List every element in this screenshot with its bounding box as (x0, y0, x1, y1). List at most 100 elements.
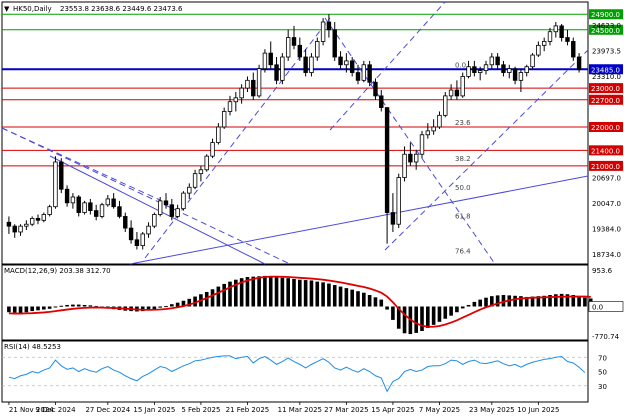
candle-body-down (111, 198, 116, 208)
macd-axis-tick: -770.74 (592, 333, 620, 341)
macd-bar (30, 306, 34, 312)
macd-bar (338, 286, 343, 307)
macd-bar (449, 306, 453, 316)
macd-bar (327, 283, 331, 307)
time-axis-label: 5 Feb 2025 (181, 406, 220, 414)
ohlc-readout: 23553.8 23638.6 23449.6 23473.6 (60, 5, 183, 13)
candle-body-up (24, 223, 29, 227)
price-level-label: 21000.0 (591, 163, 620, 171)
rsi-axis-tick: 30 (598, 383, 607, 391)
candle-body-up (175, 208, 180, 217)
candle (262, 49, 268, 73)
macd-bar (495, 295, 500, 307)
candle-body-down (12, 225, 17, 233)
candle-body-down (571, 41, 576, 58)
candle-body-down (472, 66, 477, 73)
chart-menu-icon[interactable]: ▼ (4, 5, 10, 13)
candle-body-up (181, 192, 186, 210)
candle-body-down (123, 216, 128, 229)
macd-bar (460, 306, 465, 309)
macd-bar (379, 299, 384, 307)
macd-bar (292, 278, 296, 307)
candle-body-up (431, 126, 436, 132)
candle-body-up (524, 66, 529, 73)
macd-bar (559, 293, 564, 307)
macd-bar (42, 306, 46, 310)
candle-body-up (198, 169, 204, 175)
candle-body-down (384, 107, 390, 213)
candle-body-down (326, 21, 332, 31)
candle-body-up (344, 60, 349, 66)
candle-body-up (204, 155, 209, 171)
candle-body-up (448, 89, 454, 97)
fib-level-label: 38.2 (455, 155, 471, 163)
macd-bar (170, 304, 174, 307)
candle-body-up (320, 21, 326, 42)
price-level-label: 21400.0 (591, 147, 620, 155)
macd-bar (466, 304, 471, 307)
candle-body-down (565, 37, 570, 42)
macd-bar (175, 302, 180, 307)
macd-bar (286, 278, 290, 307)
time-axis: 21 Nov 20249 Dec 2024 27 Dec 2024 15 Jan 2… (8, 402, 559, 414)
candle (367, 60, 372, 87)
candle-body-up (309, 56, 314, 73)
macd-bar (431, 306, 436, 325)
candle-body-down (501, 64, 506, 73)
macd-bar (53, 306, 58, 308)
candle-body-up (152, 214, 157, 227)
candle-body-up (256, 68, 262, 97)
candle-body-down (93, 210, 99, 217)
macd-bar (82, 304, 87, 307)
candle (396, 173, 401, 229)
price-level-label: 23000.0 (591, 85, 620, 93)
macd-axis-tick: 953.6 (592, 267, 613, 275)
macd-bar (350, 289, 354, 307)
macd-bar (24, 306, 29, 313)
price-panel[interactable]: 0.0 23.6 38.2 50.0 61.8 76.4 (1, 1, 589, 265)
candle-body-up (437, 114, 442, 128)
macd-bar (356, 291, 360, 307)
macd-bar (367, 295, 372, 307)
macd-axis: 953.6 0.0 -770.74 (588, 267, 624, 341)
candle-body-up (53, 161, 58, 208)
candle-body-up (18, 225, 23, 233)
candle-body-up (396, 177, 401, 225)
time-axis-label: 27 Dec 2024 (85, 406, 130, 414)
macd-panel[interactable]: MACD(12,26,9) 203.38 312.70 (1, 264, 593, 341)
trading-chart[interactable]: 0.023.638.250.061.876.4 24900.024500.023… (0, 0, 624, 416)
candle-body-down (349, 60, 355, 73)
macd-bar (321, 282, 325, 307)
symbol-label: HK50,Daily (13, 5, 52, 13)
candle-body-up (105, 198, 111, 206)
macd-bar (7, 306, 11, 313)
macd-bar (437, 306, 442, 322)
candle-body-up (221, 111, 227, 128)
candle-body-up (239, 87, 244, 99)
macd-bar (88, 305, 93, 307)
macd-bar (309, 280, 314, 307)
candle (460, 72, 465, 98)
candle-body-down (495, 56, 500, 66)
candle-body-down (128, 227, 134, 241)
candle-body-up (315, 41, 320, 58)
candle-body-down (559, 25, 564, 38)
candle-body-down (512, 68, 518, 81)
candle (309, 53, 314, 77)
price-axis-tick: 23310.0 (592, 73, 621, 81)
candle-body-up (402, 153, 407, 178)
macd-bar (152, 306, 157, 310)
macd-bar (426, 306, 430, 328)
macd-bar (478, 299, 482, 307)
candle-body-up (489, 56, 495, 66)
candle-body-up (553, 25, 559, 33)
candle (53, 156, 58, 209)
candle (204, 154, 209, 172)
candle (47, 204, 52, 217)
rsi-panel[interactable]: RSI(14) 48.5253 (1, 340, 589, 403)
price-level-label: 24900.0 (591, 11, 620, 19)
candle (320, 18, 326, 46)
candle-body-down (379, 95, 384, 108)
rsi-axis: 70 50 30 (598, 354, 607, 391)
candle (152, 212, 157, 229)
